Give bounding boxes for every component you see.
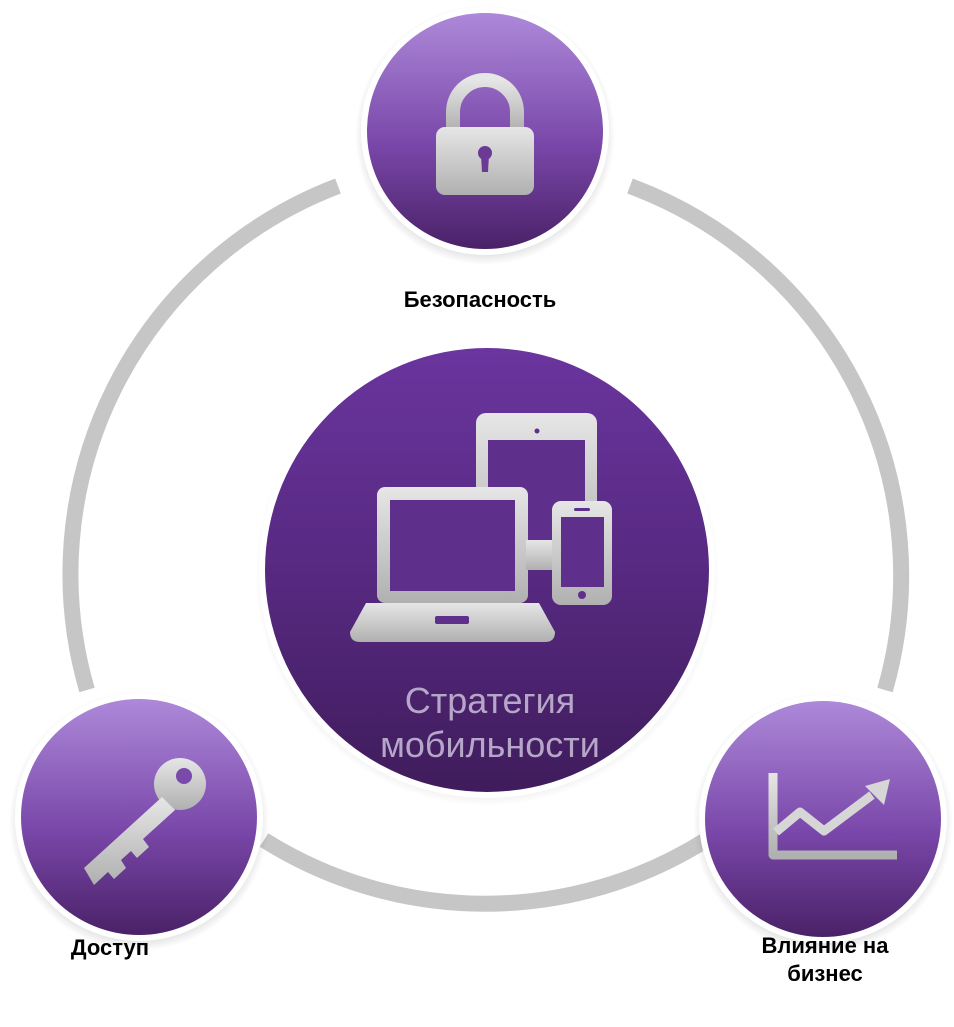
mobility-strategy-diagram [9,5,953,953]
security-node [355,5,615,265]
center-title-line1: Стратегия [404,680,576,721]
access-label: Доступ [70,935,150,960]
business-node [693,693,953,953]
business-label-line1: Влияние на [761,933,889,958]
business-label: Влияние на бизнес [700,932,950,988]
center-title-line2: мобильности [380,724,600,765]
business-label-line2: бизнес [787,961,863,986]
access-node [9,691,269,951]
security-label: Безопасность [403,287,557,312]
ring-arc-bottom [259,833,711,912]
